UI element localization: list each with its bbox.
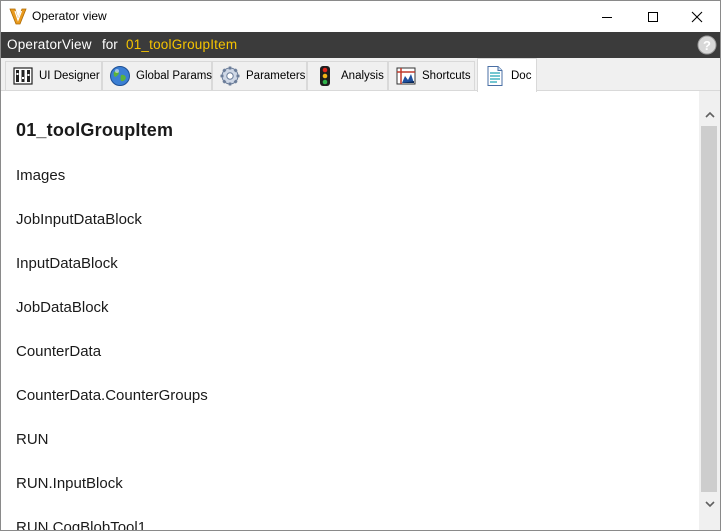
tab-label: Global Params	[136, 70, 213, 82]
window-title: Operator view	[32, 9, 107, 23]
scroll-up-button[interactable]	[699, 104, 720, 124]
chevron-down-icon	[704, 500, 715, 507]
title-bar[interactable]: Operator view	[1, 1, 720, 32]
operator-view-header: OperatorView for 01_toolGroupItem ?	[1, 32, 720, 58]
header-label: OperatorView	[7, 37, 92, 52]
tab-shortcuts[interactable]: Shortcuts	[388, 61, 475, 90]
gear-icon	[220, 66, 240, 86]
doc-item: JobDataBlock	[16, 299, 109, 316]
tab-label: UI Designer	[39, 70, 100, 82]
doc-title: 01_toolGroupItem	[16, 120, 174, 140]
operator-view-window: Operator view OperatorView for 01_toolGr…	[0, 0, 721, 531]
tab-parameters[interactable]: Parameters	[212, 61, 307, 90]
doc-content[interactable]: 01_toolGroupItem Images JobInputDataBloc…	[1, 91, 699, 531]
close-icon	[691, 11, 703, 22]
tab-label: Parameters	[246, 70, 306, 82]
doc-item: RUN.InputBlock	[16, 475, 123, 492]
doc-item: JobInputDataBlock	[16, 211, 142, 228]
globe-icon	[110, 66, 130, 86]
tab-ui-designer[interactable]: UI Designer	[5, 61, 102, 90]
vertical-scrollbar[interactable]	[699, 91, 720, 530]
tab-analysis[interactable]: Analysis	[307, 61, 388, 90]
doc-item: CounterData	[16, 343, 102, 360]
doc-item: CounterData.CounterGroups	[16, 387, 208, 404]
scroll-down-button[interactable]	[699, 494, 720, 514]
chevron-up-icon	[704, 111, 715, 118]
tab-doc[interactable]: Doc	[477, 58, 537, 92]
app-logo-icon	[9, 8, 27, 25]
tab-strip: UI Designer Global Params Parameters Ana…	[1, 58, 720, 92]
help-icon[interactable]: ?	[697, 35, 717, 55]
svg-text:?: ?	[703, 38, 711, 53]
shortcuts-icon	[396, 67, 416, 85]
tab-label: Doc	[511, 69, 532, 82]
close-button[interactable]	[674, 1, 720, 32]
tab-label: Shortcuts	[422, 70, 471, 82]
minimize-icon	[602, 16, 612, 18]
maximize-icon	[648, 11, 658, 22]
scroll-thumb[interactable]	[701, 126, 717, 492]
ui-designer-icon	[13, 67, 33, 85]
document-icon	[487, 65, 503, 86]
tab-label: Analysis	[341, 70, 384, 82]
minimize-button[interactable]	[584, 1, 630, 32]
doc-item: Images	[16, 167, 66, 184]
header-for-text: for	[102, 37, 118, 52]
tab-global-params[interactable]: Global Params	[102, 61, 212, 90]
maximize-button[interactable]	[630, 1, 676, 32]
doc-item: RUN	[16, 431, 49, 448]
header-tool-name: 01_toolGroupItem	[126, 37, 238, 52]
doc-item: RUN.CogBlobTool1	[16, 519, 147, 531]
doc-item: InputDataBlock	[16, 255, 118, 272]
traffic-light-icon	[320, 66, 330, 86]
